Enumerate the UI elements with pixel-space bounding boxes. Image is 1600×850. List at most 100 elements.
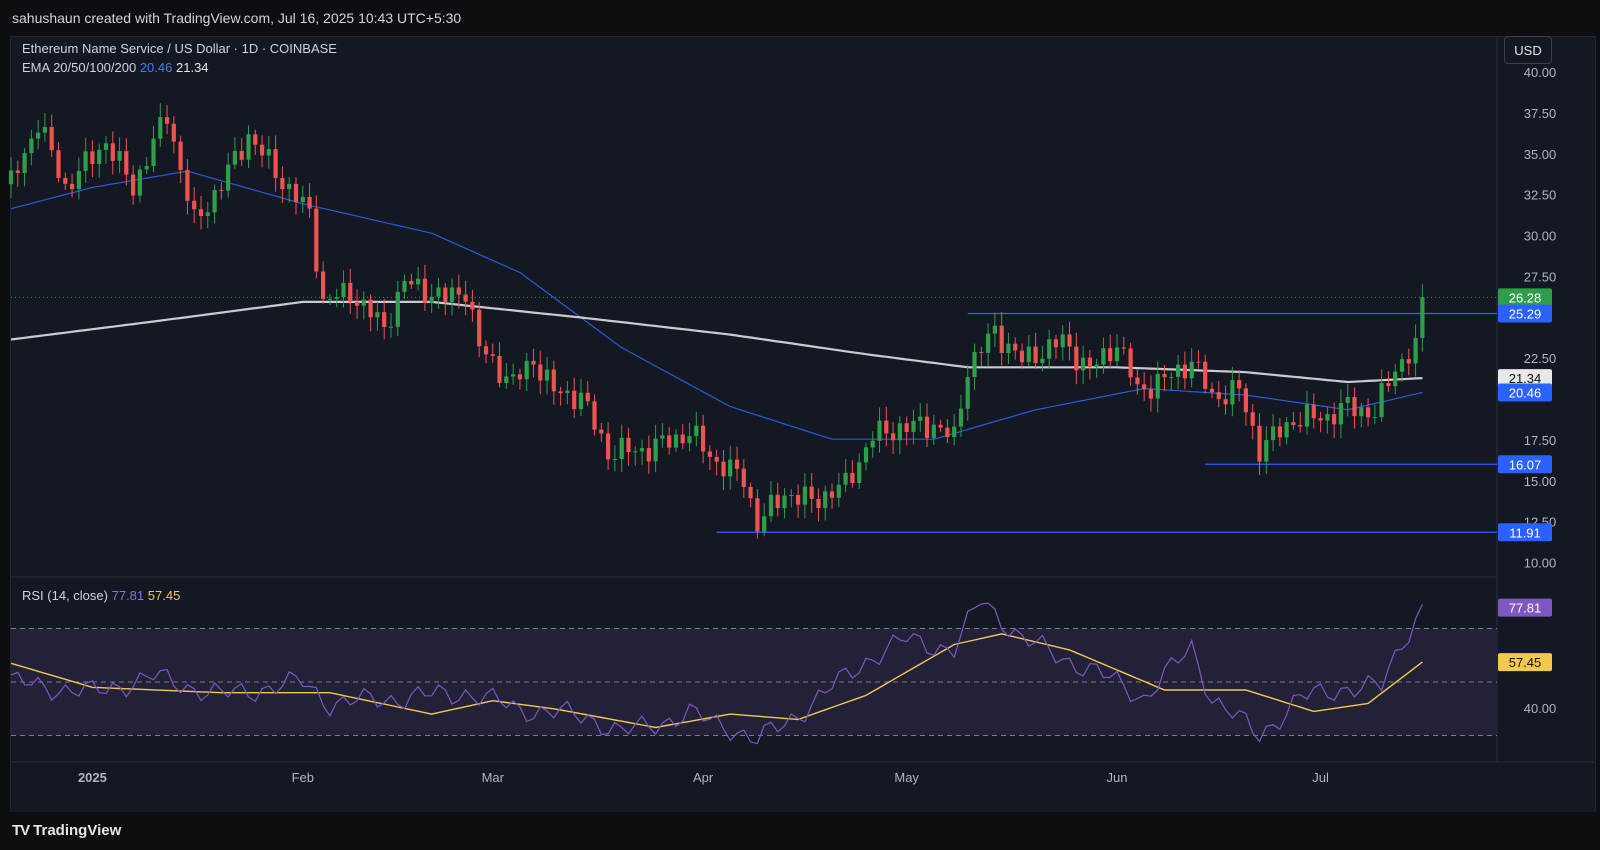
y-tick-label: 40.00: [1524, 65, 1557, 80]
candle-body: [979, 351, 984, 353]
candle-body: [29, 138, 34, 154]
symbol-legend: Ethereum Name Service / US Dollar · 1D ·…: [22, 41, 337, 56]
candle-body: [1318, 418, 1323, 421]
candle-body: [70, 183, 75, 190]
candle-body: [246, 134, 251, 160]
candle-body: [205, 212, 210, 216]
candle-body: [1033, 346, 1038, 364]
candle-body: [226, 164, 231, 191]
candle-body: [762, 516, 767, 532]
candle-body: [253, 134, 258, 145]
candle-body: [673, 434, 679, 448]
candle-body: [728, 459, 733, 477]
candle-body: [734, 459, 740, 469]
candle-body: [633, 451, 638, 453]
candle-body: [524, 360, 529, 380]
candle-body: [49, 127, 54, 151]
candle-body: [83, 151, 88, 171]
candle-body: [1148, 389, 1153, 399]
candle-body: [639, 448, 645, 452]
candle-body: [463, 294, 468, 302]
candle-body: [273, 149, 278, 178]
ema-value-1: 20.46: [139, 60, 173, 75]
candle-body: [843, 472, 848, 485]
candle-body: [76, 170, 81, 190]
candle-body: [293, 183, 299, 203]
rsi-ma-value: 57.45: [147, 588, 181, 603]
footer: TV TradingView: [0, 812, 1600, 850]
candle-body: [653, 438, 658, 462]
candle-body: [341, 282, 346, 298]
candle-body: [42, 127, 47, 133]
y-tick-label: 30.00: [1524, 229, 1557, 244]
candle-body: [1182, 364, 1187, 379]
candle-body: [483, 346, 489, 355]
currency-button[interactable]: USD: [1504, 36, 1552, 64]
x-tick-label: Feb: [292, 770, 314, 785]
rsi-legend: RSI (14, close) 77.81 57.45: [22, 588, 180, 603]
candle-body: [388, 326, 394, 328]
candle-body: [497, 355, 502, 383]
symbol-title: Ethereum Name Service / US Dollar · 1D ·…: [22, 41, 337, 56]
candle-body: [1006, 343, 1011, 353]
candle-body: [701, 425, 706, 452]
candle-body: [931, 424, 936, 438]
candle-body: [416, 278, 421, 285]
candle-body: [755, 498, 760, 532]
candle-body: [1155, 374, 1160, 399]
candle-body: [775, 494, 780, 509]
candle-body: [355, 301, 360, 306]
candle-body: [789, 495, 794, 496]
candle-body: [449, 287, 455, 302]
candle-body: [131, 174, 136, 196]
candle-body: [1359, 407, 1364, 417]
rsi-label: RSI (14, close): [22, 588, 108, 603]
candle-body: [1121, 347, 1126, 349]
candle-body: [829, 491, 835, 498]
candle-body: [612, 459, 617, 460]
candle-body: [952, 426, 957, 437]
candle-body: [321, 271, 326, 299]
price-tag-label: 20.46: [1509, 385, 1542, 400]
candle-body: [280, 178, 285, 190]
candle-body: [1386, 383, 1391, 387]
candle-body: [599, 429, 604, 434]
candle-body: [1399, 359, 1405, 372]
candle-body: [36, 132, 41, 139]
y-tick-label: 27.50: [1524, 269, 1557, 284]
ema-legend: EMA 20/50/100/200 20.46 21.34: [22, 60, 209, 75]
candle-body: [870, 440, 875, 448]
candle-body: [171, 123, 176, 142]
candle-body: [1047, 339, 1052, 359]
y-tick-label: 15.00: [1524, 474, 1557, 489]
candle-body: [368, 299, 373, 318]
candle-body: [626, 437, 631, 453]
candle-body: [531, 360, 536, 365]
tradingview-brand[interactable]: TV TradingView: [12, 822, 121, 839]
candle-body: [796, 495, 801, 505]
y-tick-label: 22.50: [1524, 351, 1557, 366]
candle-body: [945, 427, 950, 437]
candle-body: [409, 280, 414, 285]
rsi-tag-label: 57.45: [1509, 655, 1542, 670]
price-tag-label: 11.91: [1509, 525, 1541, 540]
candle-body: [63, 177, 68, 184]
candle-body: [1338, 403, 1343, 425]
candle-body: [198, 209, 204, 216]
candle-body: [551, 369, 556, 392]
candle-body: [965, 377, 970, 409]
candle-body: [1196, 361, 1201, 363]
y-tick-label: 10.00: [1524, 556, 1557, 571]
candle-body: [8, 170, 14, 185]
candle-body: [511, 374, 516, 377]
candle-body: [327, 298, 332, 300]
candle-body: [1081, 357, 1086, 371]
candle-body: [857, 462, 862, 483]
price-chart[interactable]: 40.00 37.50 35.00 32.50 30.00 27.50 22.50 17.50…: [0, 0, 1600, 850]
candle-body: [1067, 334, 1072, 347]
candle-body: [877, 420, 882, 441]
candle-body: [1420, 297, 1425, 338]
x-tick-label: Jul: [1312, 770, 1329, 785]
x-tick-label: Jun: [1107, 770, 1128, 785]
candle-body: [192, 200, 197, 210]
